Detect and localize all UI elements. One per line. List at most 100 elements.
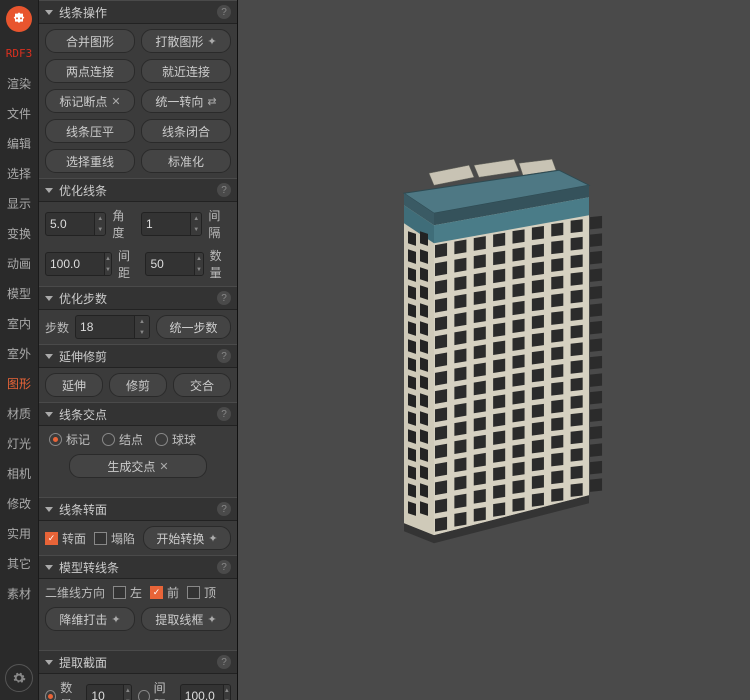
extract-count-input[interactable]: ▲▼ <box>86 684 132 700</box>
help-icon[interactable]: ? <box>217 183 231 197</box>
nav-item-8[interactable]: 室内 <box>0 308 38 338</box>
close-icon: ✕ <box>111 95 120 108</box>
section-title: 模型转线条 <box>59 559 119 576</box>
section-title: 优化线条 <box>59 182 107 199</box>
app-logo[interactable] <box>6 6 32 32</box>
extend-button[interactable]: 延伸 <box>45 373 103 397</box>
trim-button[interactable]: 修剪 <box>109 373 167 397</box>
unify-step-button[interactable]: 统一步数 <box>156 315 231 339</box>
nav-item-13[interactable]: 相机 <box>0 458 38 488</box>
nav-item-5[interactable]: 变换 <box>0 218 38 248</box>
properties-panel: 线条操作 ? 合并图形 打散图形✦ 两点连接 就近连接 标记断点✕ 统一转向⇄ … <box>39 0 238 700</box>
section-header-opt-step[interactable]: 优化步数 ? <box>39 286 237 310</box>
help-icon[interactable]: ? <box>217 5 231 19</box>
check-left[interactable]: 左 <box>113 584 142 601</box>
nav-item-3[interactable]: 选择 <box>0 158 38 188</box>
help-icon[interactable]: ? <box>217 349 231 363</box>
check-top[interactable]: 顶 <box>187 584 216 601</box>
nav-item-12[interactable]: 灯光 <box>0 428 38 458</box>
extract-dist-input[interactable]: ▲▼ <box>180 684 231 700</box>
normalize-button[interactable]: 标准化 <box>141 149 231 173</box>
radio-mark[interactable]: 标记 <box>49 431 90 448</box>
radio-count[interactable]: 数量 <box>45 679 80 700</box>
nav-item-14[interactable]: 修改 <box>0 488 38 518</box>
help-icon[interactable]: ? <box>217 291 231 305</box>
angle-value-input[interactable]: ▲▼ <box>45 212 106 236</box>
close-line-button[interactable]: 线条闭合 <box>141 119 231 143</box>
chevron-down-icon <box>45 354 53 359</box>
robot-icon <box>11 11 27 27</box>
nav-item-16[interactable]: 其它 <box>0 548 38 578</box>
nav-item-0[interactable]: 渲染 <box>0 68 38 98</box>
section-title: 线条操作 <box>59 4 107 21</box>
radio-sphere[interactable]: 球球 <box>155 431 196 448</box>
nav-item-9[interactable]: 室外 <box>0 338 38 368</box>
section-title: 延伸修剪 <box>59 348 107 365</box>
connect-near-button[interactable]: 就近连接 <box>141 59 231 83</box>
radio-dist[interactable]: 间距 <box>138 679 173 700</box>
section-header-model-line[interactable]: 模型转线条 ? <box>39 555 237 579</box>
brand-label: RDF3 <box>0 38 38 68</box>
break-shapes-button[interactable]: 打散图形✦ <box>141 29 231 53</box>
step-input[interactable]: ▲▼ <box>75 315 150 339</box>
expand-icon: ✦ <box>207 35 216 48</box>
expand-icon: ✦ <box>208 532 217 545</box>
chevron-down-icon <box>45 296 53 301</box>
dir-label: 二维线方向 <box>45 584 105 601</box>
help-icon[interactable]: ? <box>217 407 231 421</box>
nav-item-7[interactable]: 模型 <box>0 278 38 308</box>
generate-intersect-button[interactable]: 生成交点✕ <box>69 454 207 478</box>
reselect-button[interactable]: 选择重线 <box>45 149 135 173</box>
nav-item-6[interactable]: 动画 <box>0 248 38 278</box>
step-label: 步数 <box>45 319 69 336</box>
help-icon[interactable]: ? <box>217 560 231 574</box>
expand-icon: ✦ <box>207 613 216 626</box>
close-icon: ✕ <box>159 460 168 473</box>
unify-dir-button[interactable]: 统一转向⇄ <box>141 89 231 113</box>
section-header-opt-line[interactable]: 优化线条 ? <box>39 178 237 202</box>
gap-value-input[interactable]: ▲▼ <box>141 212 202 236</box>
merge-shapes-button[interactable]: 合并图形 <box>45 29 135 53</box>
count-value-input[interactable]: ▲▼ <box>145 252 203 276</box>
nav-item-11[interactable]: 材质 <box>0 398 38 428</box>
extract-wire-button[interactable]: 提取线框✦ <box>141 607 231 631</box>
help-icon[interactable]: ? <box>217 655 231 669</box>
building-model <box>374 135 614 548</box>
viewport-3d[interactable] <box>238 0 750 700</box>
section-title: 线条交点 <box>59 406 107 423</box>
section-title: 线条转面 <box>59 501 107 518</box>
meet-button[interactable]: 交合 <box>173 373 231 397</box>
check-dent[interactable]: 塌陷 <box>94 530 135 547</box>
spacing-value-input[interactable]: ▲▼ <box>45 252 112 276</box>
flatten-button[interactable]: 线条压平 <box>45 119 135 143</box>
check-to-face[interactable]: 转面 <box>45 530 86 547</box>
gear-icon <box>12 671 26 685</box>
count-label: 数量 <box>210 247 231 281</box>
nav-item-10[interactable]: 图形 <box>0 368 38 398</box>
section-header-extend-trim[interactable]: 延伸修剪 ? <box>39 344 237 368</box>
nav-item-17[interactable]: 素材 <box>0 578 38 608</box>
section-header-intersect[interactable]: 线条交点 ? <box>39 402 237 426</box>
nav-item-15[interactable]: 实用 <box>0 518 38 548</box>
section-title: 提取截面 <box>59 654 107 671</box>
section-title: 优化步数 <box>59 290 107 307</box>
mark-break-button[interactable]: 标记断点✕ <box>45 89 135 113</box>
reduce-dim-button[interactable]: 降维打击✦ <box>45 607 135 631</box>
section-header-to-face[interactable]: 线条转面 ? <box>39 497 237 521</box>
help-icon[interactable]: ? <box>217 502 231 516</box>
section-header-extract[interactable]: 提取截面 ? <box>39 650 237 674</box>
swap-icon: ⇄ <box>207 95 216 108</box>
chevron-down-icon <box>45 660 53 665</box>
settings-button[interactable] <box>5 664 33 692</box>
section-header-line-ops[interactable]: 线条操作 ? <box>39 0 237 24</box>
connect-two-button[interactable]: 两点连接 <box>45 59 135 83</box>
check-front[interactable]: 前 <box>150 584 179 601</box>
nav-item-2[interactable]: 编辑 <box>0 128 38 158</box>
expand-icon: ✦ <box>111 613 120 626</box>
side-nav: RDF3 渲染文件编辑选择显示变换动画模型室内室外图形材质灯光相机修改实用其它素… <box>0 0 39 700</box>
chevron-down-icon <box>45 565 53 570</box>
nav-item-4[interactable]: 显示 <box>0 188 38 218</box>
start-convert-button[interactable]: 开始转换✦ <box>143 526 231 550</box>
radio-knot[interactable]: 结点 <box>102 431 143 448</box>
nav-item-1[interactable]: 文件 <box>0 98 38 128</box>
